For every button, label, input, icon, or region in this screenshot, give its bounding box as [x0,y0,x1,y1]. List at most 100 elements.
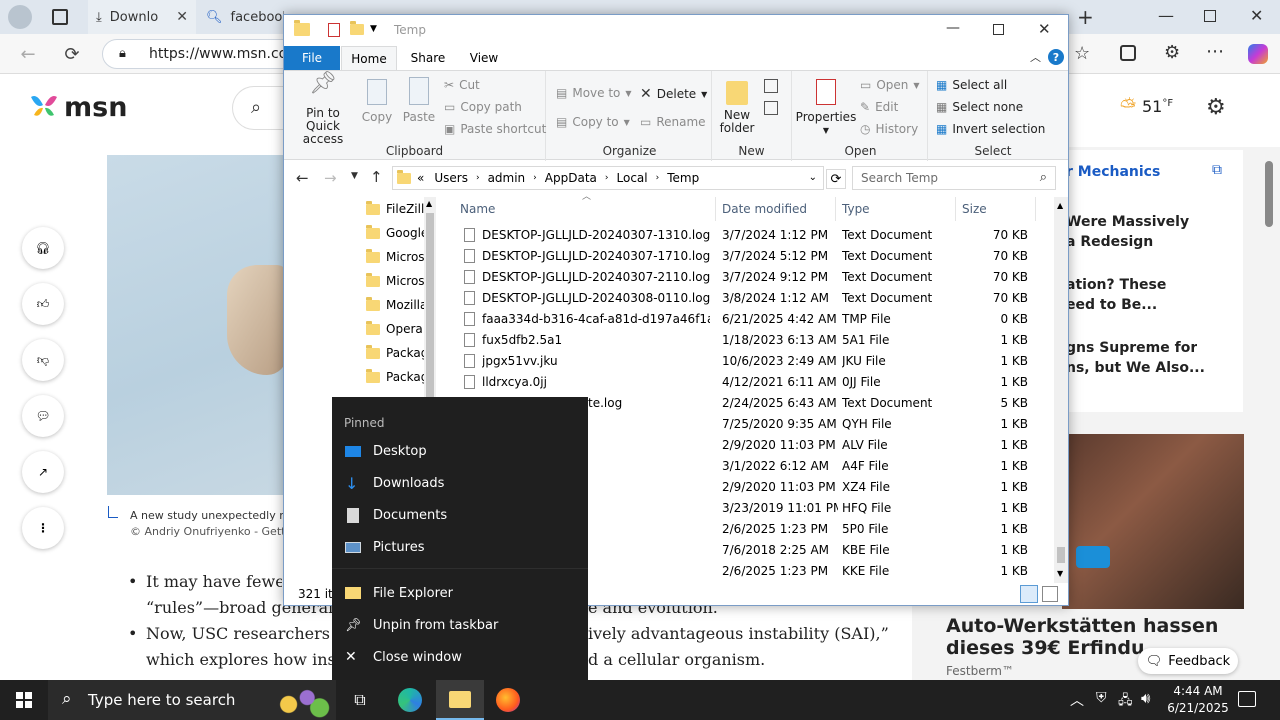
recent-locations-icon[interactable]: ▼ [351,171,358,181]
nav-folder[interactable]: Packag [366,365,426,389]
breadcrumb-temp[interactable]: Temp [667,171,699,185]
scrollbar-thumb[interactable] [1057,547,1065,563]
close-button[interactable]: ✕ [1250,6,1263,25]
news-item-title[interactable]: gns Supreme for [1066,340,1197,356]
file-explorer-taskbar-button[interactable] [436,680,484,720]
copilot-icon[interactable] [1248,44,1268,64]
external-link-icon[interactable]: ⧉ [1212,162,1222,178]
file-row[interactable]: lldrxcya.0jj 4/12/2021 6:11 AM 0JJ File 1 K… [444,372,1044,393]
search-field[interactable]: Search Temp ⌕ [852,166,1056,190]
collapse-ribbon-icon[interactable]: ︿ [1030,49,1041,65]
copy-path-button[interactable]: ▭ Copy path [444,100,522,114]
file-row[interactable]: jpgx51vv.jku 10/6/2023 2:49 AM JKU File 1 K… [444,351,1044,372]
column-size[interactable]: Size [956,197,1036,221]
address-bar[interactable]: « Users › admin › AppData › Local › Temp… [392,166,824,190]
history-button[interactable]: ◷ History [860,122,918,136]
dislike-button[interactable]: 👎︎ [22,339,64,381]
jumplist-downloads[interactable]: ↓ Downloads [332,467,588,499]
tab-facebook[interactable]: 🔍︎ facebook [198,0,284,34]
like-button[interactable]: 👍︎ [22,283,64,325]
column-type[interactable]: Type [836,197,956,221]
msn-logo[interactable]: msn [28,91,127,123]
jumplist-file-explorer[interactable]: File Explorer [332,577,588,609]
scrollbar-thumb[interactable] [426,213,434,401]
ad-image[interactable] [1062,434,1244,609]
security-icon[interactable]: ⛨ [1096,690,1107,706]
select-all-button[interactable]: ▦ Select all [936,78,1007,92]
breadcrumb-users[interactable]: Users [434,171,468,185]
maximize-button[interactable] [993,24,1004,35]
breadcrumb-overflow[interactable]: « [417,171,424,185]
file-row[interactable]: DESKTOP-JGLLJLD-20240307-1310.log 3/7/202… [444,225,1044,246]
file-row[interactable]: DESKTOP-JGLLJLD-20240307-2110.log 3/7/202… [444,267,1044,288]
task-view-button[interactable]: ⧉ [336,680,384,720]
tab-view[interactable]: View [456,46,512,70]
move-to-button[interactable]: ▤ Move to ▼ [556,86,632,100]
minimize-button[interactable]: — [946,20,960,36]
scroll-up-icon[interactable]: ▲ [426,199,432,208]
news-item-title[interactable]: a Redesign [1066,234,1153,250]
nav-folder[interactable]: Google [366,221,426,245]
large-icons-view-icon[interactable] [1042,586,1058,602]
tab-actions-icon[interactable] [52,9,68,25]
tab-home[interactable]: Home [341,46,397,70]
file-list-scrollbar[interactable]: ▲ ▼ [1054,197,1068,583]
feedback-button[interactable]: 🗨︎ Feedback [1138,648,1238,674]
jumplist-close-window[interactable]: ✕ Close window [332,641,588,673]
details-view-icon[interactable] [1020,585,1038,603]
jumplist-unpin[interactable]: 📌︎ Unpin from taskbar [332,609,588,641]
invert-selection-button[interactable]: ▦ Invert selection [936,122,1045,136]
jumplist-desktop[interactable]: Desktop [332,435,588,467]
paste-button[interactable]: Paste [402,77,436,124]
news-item-title[interactable]: eed to Be... [1066,297,1157,313]
breadcrumb-local[interactable]: Local [617,171,648,185]
share-button[interactable]: ↗ [22,451,64,493]
easy-access-icon[interactable] [764,101,778,115]
notifications-icon[interactable] [1238,691,1256,707]
tab-downloads[interactable]: ⤓ Downlo ✕ [88,0,196,34]
pin-quick-access-button[interactable]: 📌︎ Pin to Quick access [290,73,356,146]
copy-to-button[interactable]: ▤ Copy to ▼ [556,115,630,129]
scroll-up-icon[interactable]: ▲ [1057,201,1063,210]
collections-icon[interactable] [1120,45,1136,61]
open-button[interactable]: ▭ Open ▼ [860,78,920,92]
new-item-icon[interactable] [764,79,778,93]
help-icon[interactable]: ? [1048,49,1064,65]
nav-folder[interactable]: Opera [366,317,426,341]
nav-folder[interactable]: Microso [366,245,426,269]
tab-share[interactable]: Share [400,46,456,70]
url-field[interactable]: 🔒︎ https://www.msn.com [102,39,302,69]
refresh-icon[interactable]: ⟳ [826,169,846,189]
nav-folder[interactable]: FileZilla [366,197,426,221]
weather-widget[interactable]: ⛅︎ 51 °F [1120,94,1173,118]
back-button[interactable]: ← [14,40,42,68]
tab-file[interactable]: File [284,46,340,70]
new-folder-button[interactable]: New folder [716,77,758,135]
start-button[interactable] [0,680,48,720]
tab-close-icon[interactable]: ✕ [176,9,188,25]
page-scrollbar[interactable] [1262,147,1276,680]
nav-folder[interactable]: Mozilla [366,293,426,317]
properties-button[interactable]: Properties ▼ [796,77,856,137]
edge-taskbar-button[interactable] [386,680,434,720]
breadcrumb-appdata[interactable]: AppData [545,171,597,185]
new-folder-qat-icon[interactable] [350,21,364,35]
column-date-modified[interactable]: Date modified [716,197,836,221]
file-row[interactable]: fux5dfb2.5a1 1/18/2023 6:13 AM 5A1 File 1 K… [444,330,1044,351]
cut-button[interactable]: ✂ Cut [444,78,480,92]
listen-button[interactable]: 🎧︎ [22,227,64,269]
news-source-title[interactable]: r Mechanics [1066,164,1160,180]
scroll-down-icon[interactable]: ▼ [1057,569,1063,578]
nav-folder[interactable]: Packag [366,341,426,365]
taskbar-clock[interactable]: 4:44 AM 6/21/2025 [1160,683,1236,717]
qat-dropdown-icon[interactable]: ▼ [370,24,377,34]
news-item-title[interactable]: ns, but We Also... [1066,360,1205,376]
scrollbar-thumb[interactable] [1265,161,1273,227]
breadcrumb-admin[interactable]: admin [488,171,526,185]
firefox-taskbar-button[interactable] [484,680,532,720]
more-menu-icon[interactable]: ⋯ [1206,41,1224,62]
properties-qat-icon[interactable] [328,23,340,37]
nav-folder[interactable]: Microso [366,269,426,293]
comment-button[interactable]: 💬︎ [22,395,64,437]
file-row[interactable]: DESKTOP-JGLLJLD-20240307-1710.log 3/7/202… [444,246,1044,267]
